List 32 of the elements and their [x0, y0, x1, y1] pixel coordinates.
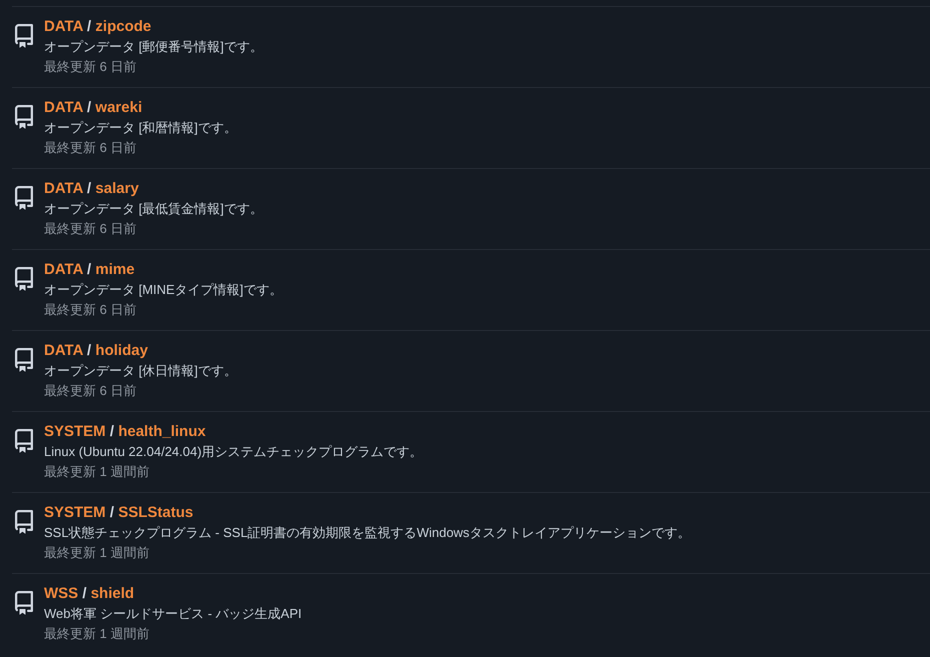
repo-description: Web将軍 シールドサービス - バッジ生成API — [44, 605, 302, 623]
repo-description: オープンデータ [最低賃金情報]です。 — [44, 200, 263, 218]
repo-book-icon — [15, 348, 33, 372]
last-updated-text: 最終更新 6 日前 — [44, 301, 136, 319]
repo-link[interactable]: DATA / salary — [44, 179, 139, 199]
last-updated-text: 最終更新 1 週間前 — [44, 544, 150, 562]
last-updated-text: 最終更新 6 日前 — [44, 220, 136, 238]
repo-book-icon — [15, 510, 33, 534]
repo-description: SSL状態チェックプログラム - SSL証明書の有効期限を監視するWindowsタスクトレイアプリケーションです。 — [44, 524, 690, 542]
repo-book-icon — [15, 186, 33, 210]
repo-description: オープンデータ [和暦情報]です。 — [44, 119, 237, 137]
repo-book-icon — [15, 105, 33, 129]
repo-book-icon — [15, 267, 33, 291]
repo-description: オープンデータ [郵便番号情報]です。 — [44, 38, 263, 56]
repo-link[interactable]: DATA / mime — [44, 260, 135, 280]
last-updated-text: 最終更新 6 日前 — [44, 58, 136, 76]
repo-link[interactable]: WSS / shield — [44, 584, 134, 604]
repo-link[interactable]: DATA / wareki — [44, 98, 142, 118]
repo-description: Linux (Ubuntu 22.04/24.04)用システムチェックプログラムです。 — [44, 443, 423, 461]
repo-description: オープンデータ [休日情報]です。 — [44, 362, 237, 380]
last-updated-text: 最終更新 1 週間前 — [44, 625, 150, 643]
repo-link[interactable]: SYSTEM / SSLStatus — [44, 503, 194, 523]
repo-link[interactable]: DATA / holiday — [44, 341, 148, 361]
repo-book-icon — [15, 591, 33, 615]
repo-link[interactable]: SYSTEM / health_linux — [44, 422, 206, 442]
last-updated-text: 最終更新 6 日前 — [44, 382, 136, 400]
repo-link[interactable]: DATA / zipcode — [44, 17, 152, 37]
last-updated-text: 最終更新 1 週間前 — [44, 463, 150, 481]
repo-book-icon — [15, 24, 33, 48]
repo-description: オープンデータ [MINEタイプ情報]です。 — [44, 281, 282, 299]
repo-book-icon — [15, 429, 33, 453]
last-updated-text: 最終更新 6 日前 — [44, 139, 136, 157]
